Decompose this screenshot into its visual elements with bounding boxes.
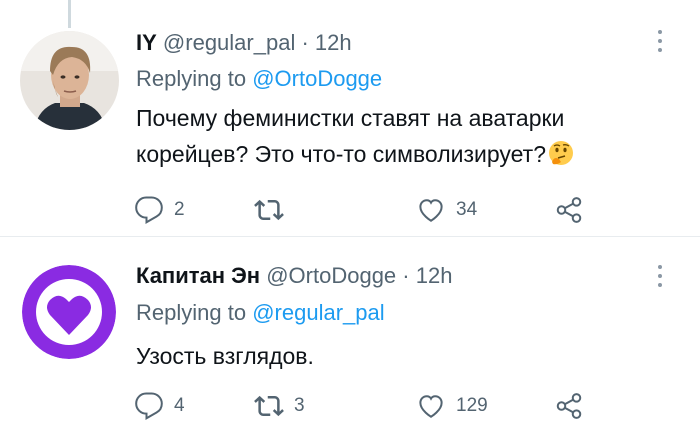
retweet-icon [254,199,284,221]
tweet-text-content: Почему феминистки ставят на аватарки кор… [136,105,565,167]
mention-link[interactable]: @OrtoDogge [252,66,382,91]
like-icon [419,199,443,222]
like-icon [419,395,443,418]
more-vertical-icon[interactable] [658,265,662,291]
reply-icon [135,392,163,420]
like-button[interactable]: 129 [416,389,488,423]
avatar[interactable] [20,31,119,130]
replying-to: Replying to @regular_pal [136,300,385,326]
more-vertical-icon[interactable] [658,30,662,56]
separator-dot: · [402,263,410,288]
user-handle[interactable]: @OrtoDogge [266,263,396,288]
tweet-text: Почему феминистки ставят на аватарки кор… [136,100,676,172]
retweet-icon [254,395,284,417]
tweet-text: Узость взглядов. [136,343,314,369]
like-button[interactable]: 34 [416,193,477,227]
separator-dot: · [301,30,309,55]
reply-button[interactable]: 4 [134,389,185,423]
share-button[interactable] [554,389,584,423]
like-count: 34 [456,199,478,220]
like-count: 129 [456,395,488,416]
tweet[interactable]: Капитан Эн @OrtoDogge · 12h Replying to … [0,236,700,440]
replying-to: Replying to @OrtoDogge [136,66,382,92]
author-line: Капитан Эн @OrtoDogge · 12h [136,263,452,289]
avatar[interactable] [22,265,116,359]
share-button[interactable] [554,193,584,227]
display-name[interactable]: Капитан Эн [136,263,260,288]
mention-link[interactable]: @regular_pal [252,300,384,325]
retweet-button[interactable]: 3 [254,389,305,423]
share-icon [556,197,582,223]
thinking-face-icon [548,140,574,166]
reply-count: 2 [174,199,185,220]
retweet-button[interactable] [254,193,294,227]
tweet[interactable]: IY @regular_pal · 12h Replying to @OrtoD… [0,0,700,236]
user-handle[interactable]: @regular_pal [163,30,295,55]
tweet-actions: 2 34 [134,193,614,227]
timestamp[interactable]: 12h [416,263,453,288]
retweet-count: 3 [294,395,305,416]
replying-to-label: Replying to [136,300,247,325]
display-name[interactable]: IY [136,30,157,55]
share-icon [556,393,582,419]
timestamp[interactable]: 12h [315,30,352,55]
tweet-actions: 4 3 129 [134,389,614,423]
replying-to-label: Replying to [136,66,247,91]
author-line: IY @regular_pal · 12h [136,30,352,56]
reply-button[interactable]: 2 [134,193,185,227]
reply-count: 4 [174,395,185,416]
reply-icon [135,196,163,224]
